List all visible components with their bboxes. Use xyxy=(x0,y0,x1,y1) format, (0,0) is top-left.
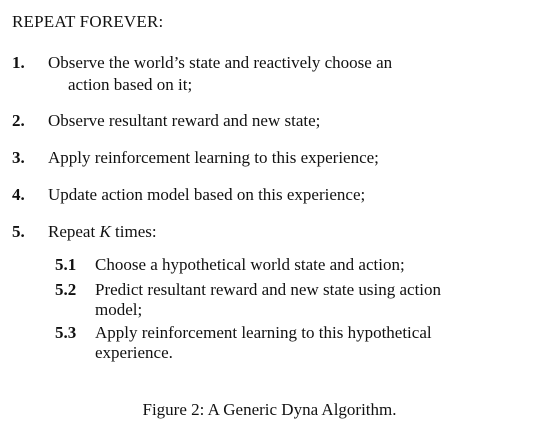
algorithm-figure: REPEAT FOREVER: 1. Observe the world’s s… xyxy=(0,0,539,431)
algorithm-substep-5-2: 5.2 Predict resultant reward and new sta… xyxy=(55,280,530,320)
step-number: 3. xyxy=(12,148,25,167)
step-number: 5. xyxy=(12,222,25,241)
algorithm-step-3: 3. Apply reinforcement learning to this … xyxy=(12,147,522,169)
substep-text-continued: experience. xyxy=(95,343,173,362)
algorithm-step-2: 2. Observe resultant reward and new stat… xyxy=(12,110,522,132)
step-number: 2. xyxy=(12,111,25,130)
step-text-prefix: Repeat xyxy=(48,222,100,241)
step-text: Observe the world’s state and reactively… xyxy=(48,53,393,72)
algorithm-step-4: 4. Update action model based on this exp… xyxy=(12,184,522,206)
substep-text: Predict resultant reward and new state u… xyxy=(95,280,442,299)
step-text: Apply reinforcement learning to this exp… xyxy=(48,148,379,167)
substep-text: Choose a hypothetical world state and ac… xyxy=(95,255,405,274)
step-text-suffix: times: xyxy=(110,222,157,241)
substep-text-continued: model; xyxy=(95,300,143,319)
substep-number: 5.3 xyxy=(55,323,77,342)
step-number: 4. xyxy=(12,185,25,204)
step-number: 1. xyxy=(12,53,25,72)
step-text-continued: action based on it; xyxy=(68,75,193,94)
substep-text: Apply reinforcement learning to this hyp… xyxy=(95,323,432,342)
substep-number: 5.2 xyxy=(55,280,77,299)
step-text: Repeat K times: xyxy=(48,221,522,243)
math-variable-k: K xyxy=(99,222,111,241)
substep-number: 5.1 xyxy=(55,255,77,274)
step-text: Observe resultant reward and new state; xyxy=(48,111,321,130)
algorithm-substep-5-1: 5.1 Choose a hypothetical world state an… xyxy=(55,255,530,275)
algorithm-step-1: 1. Observe the world’s state and reactiv… xyxy=(12,52,522,96)
step-text: Update action model based on this experi… xyxy=(48,185,366,204)
figure-caption: Figure 2: A Generic Dyna Algorithm. xyxy=(142,400,397,419)
algorithm-substep-5-3: 5.3 Apply reinforcement learning to this… xyxy=(55,323,530,363)
algorithm-header: REPEAT FOREVER: xyxy=(12,12,164,31)
algorithm-step-5: 5. Repeat K times: xyxy=(12,221,522,243)
